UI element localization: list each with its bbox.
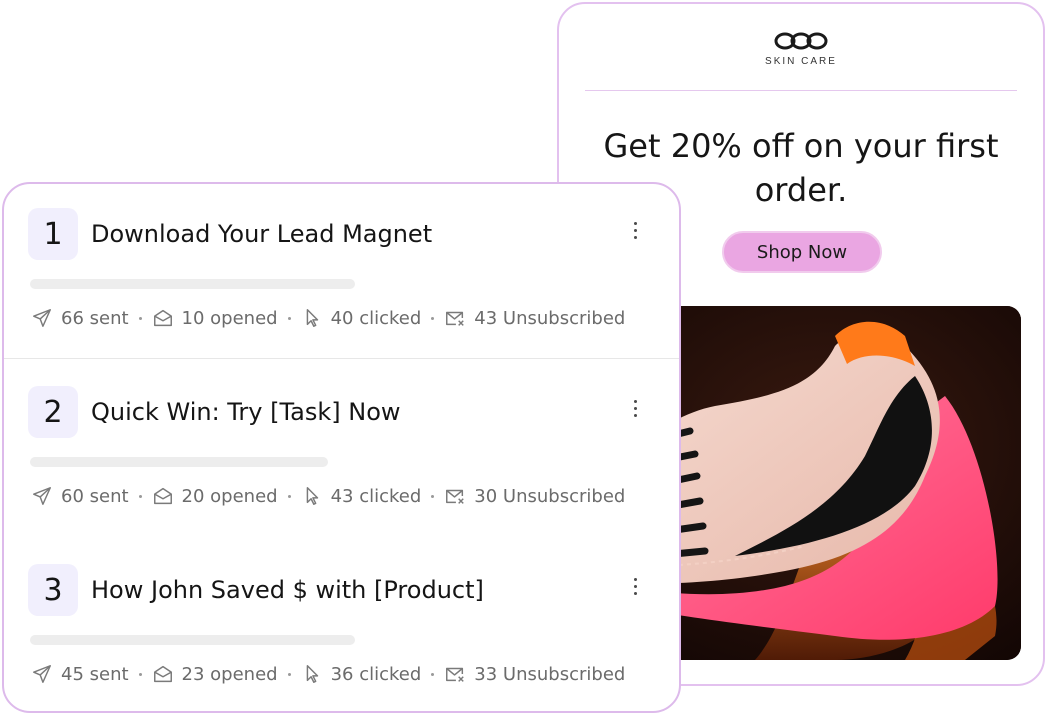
- step-number-badge: 3: [28, 564, 78, 616]
- opened-count: 20 opened: [181, 485, 278, 507]
- brand-name: SKIN CARE: [765, 56, 837, 67]
- sent-stat: 66 sent: [31, 307, 129, 329]
- separator-dot: [431, 672, 435, 676]
- sent-stat: 60 sent: [31, 485, 129, 507]
- step-stats: 60 sent 20 opened 43 clicked 30 Unsubscr…: [31, 485, 625, 507]
- separator-dot: [287, 316, 291, 320]
- email-sequence-card: 1 Download Your Lead Magnet 66 sent 10 o…: [2, 182, 681, 713]
- unsubscribed-count: 33 Unsubscribed: [474, 663, 626, 685]
- open-envelope-icon: [153, 309, 172, 327]
- step-number-badge: 1: [28, 208, 78, 260]
- preview-placeholder-bar: [30, 457, 328, 467]
- preview-placeholder-bar: [30, 635, 355, 645]
- sent-stat: 45 sent: [31, 663, 129, 685]
- opened-count: 10 opened: [181, 307, 278, 329]
- step-title[interactable]: How John Saved $ with [Product]: [91, 576, 484, 604]
- send-icon: [33, 309, 51, 327]
- cursor-click-icon: [306, 487, 318, 505]
- unsubscribed-count: 43 Unsubscribed: [474, 307, 626, 329]
- unsubscribed-count: 30 Unsubscribed: [474, 485, 626, 507]
- clicked-stat: 40 clicked: [301, 307, 422, 329]
- brand-header: SKIN CARE: [559, 30, 1043, 67]
- cursor-click-icon: [306, 665, 318, 683]
- unsubscribed-stat: 43 Unsubscribed: [444, 307, 625, 329]
- mail-x-icon: [446, 311, 465, 326]
- cursor-click-icon: [306, 309, 318, 327]
- sent-count: 45 sent: [61, 663, 129, 685]
- step-stats: 66 sent 10 opened 40 clicked 43 Unsubscr…: [31, 307, 625, 329]
- send-icon: [33, 665, 51, 683]
- email-divider: [585, 90, 1017, 91]
- opened-stat: 20 opened: [152, 485, 278, 507]
- clicked-count: 36 clicked: [330, 663, 422, 685]
- brand-logo-icon: [774, 32, 828, 50]
- step-number-badge: 2: [28, 386, 78, 438]
- preview-placeholder-bar: [30, 279, 355, 289]
- unsubscribed-stat: 30 Unsubscribed: [444, 485, 625, 507]
- mail-x-icon: [446, 667, 465, 682]
- clicked-stat: 43 clicked: [301, 485, 422, 507]
- row-divider: [4, 358, 679, 359]
- separator-dot: [431, 316, 435, 320]
- open-envelope-icon: [153, 487, 172, 505]
- step-title[interactable]: Quick Win: Try [Task] Now: [91, 398, 401, 426]
- clicked-stat: 36 clicked: [301, 663, 422, 685]
- opened-stat: 10 opened: [152, 307, 278, 329]
- kebab-menu-icon[interactable]: [624, 397, 646, 419]
- sent-count: 66 sent: [61, 307, 129, 329]
- clicked-count: 43 clicked: [330, 485, 422, 507]
- step-stats: 45 sent 23 opened 36 clicked 33 Unsubscr…: [31, 663, 625, 685]
- separator-dot: [138, 494, 142, 498]
- step-title[interactable]: Download Your Lead Magnet: [91, 220, 432, 248]
- separator-dot: [138, 672, 142, 676]
- separator-dot: [287, 672, 291, 676]
- opened-stat: 23 opened: [152, 663, 278, 685]
- kebab-menu-icon[interactable]: [624, 219, 646, 241]
- opened-count: 23 opened: [181, 663, 278, 685]
- separator-dot: [431, 494, 435, 498]
- shop-now-button[interactable]: Shop Now: [722, 231, 882, 273]
- sent-count: 60 sent: [61, 485, 129, 507]
- separator-dot: [287, 494, 291, 498]
- open-envelope-icon: [153, 665, 172, 683]
- send-icon: [33, 487, 51, 505]
- kebab-menu-icon[interactable]: [624, 575, 646, 597]
- unsubscribed-stat: 33 Unsubscribed: [444, 663, 625, 685]
- separator-dot: [138, 316, 142, 320]
- clicked-count: 40 clicked: [330, 307, 422, 329]
- mail-x-icon: [446, 489, 465, 504]
